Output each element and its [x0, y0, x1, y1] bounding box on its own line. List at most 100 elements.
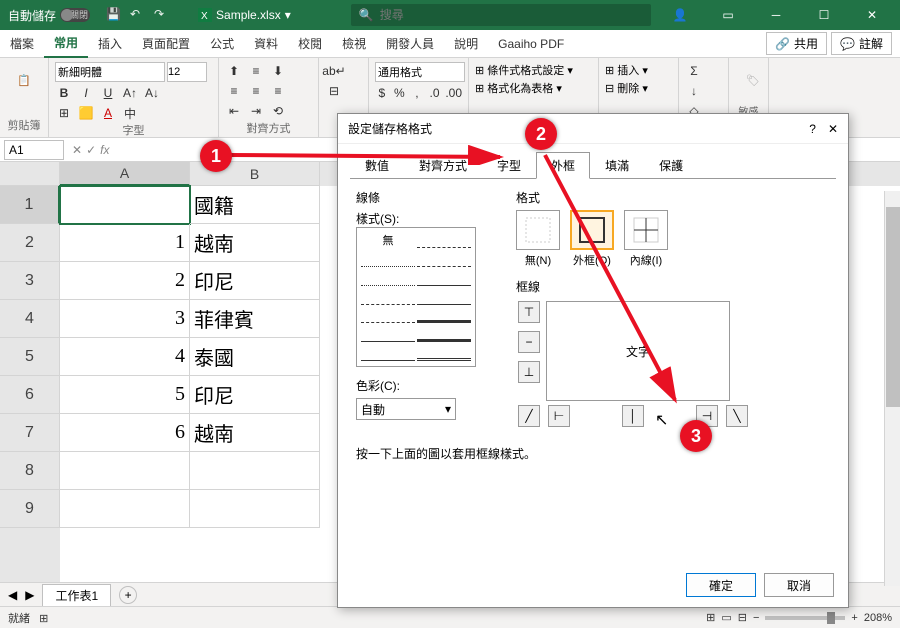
row-header[interactable]: 9: [0, 490, 60, 528]
wrap-text-button[interactable]: ab↵: [325, 62, 343, 80]
search-box[interactable]: 🔍: [351, 4, 651, 26]
increase-indent-icon[interactable]: ⇥: [247, 102, 265, 120]
font-decrease-icon[interactable]: A↓: [143, 84, 161, 102]
border-mid-h-button[interactable]: −: [518, 331, 540, 353]
number-format-select[interactable]: [375, 62, 465, 82]
account-icon[interactable]: 👤: [660, 0, 700, 30]
fill-color-button[interactable]: 🟨: [77, 104, 95, 122]
row-header[interactable]: 5: [0, 338, 60, 376]
cell[interactable]: 5: [60, 376, 190, 414]
line-style-option[interactable]: [417, 251, 471, 267]
line-style-none[interactable]: 無: [361, 232, 415, 248]
tab-data[interactable]: 資料: [244, 30, 288, 58]
phonetic-button[interactable]: 中: [121, 104, 139, 122]
cell[interactable]: 國籍: [190, 186, 320, 224]
row-header[interactable]: 1: [0, 186, 60, 224]
line-style-option[interactable]: [417, 270, 471, 286]
border-left-button[interactable]: ⊢: [548, 405, 570, 427]
cell[interactable]: [60, 186, 190, 224]
minimize-icon[interactable]: ─: [756, 0, 796, 30]
cell[interactable]: 印尼: [190, 262, 320, 300]
paste-button[interactable]: 📋: [6, 62, 42, 98]
tab-file[interactable]: 檔案: [0, 30, 44, 58]
increase-decimal-icon[interactable]: .0: [428, 84, 442, 102]
preset-inside-button[interactable]: [624, 210, 668, 250]
cell[interactable]: [60, 452, 190, 490]
line-style-option[interactable]: [417, 289, 471, 305]
cell[interactable]: 越南: [190, 414, 320, 452]
line-style-option[interactable]: [417, 232, 471, 248]
add-sheet-button[interactable]: +: [119, 586, 137, 604]
currency-icon[interactable]: $: [375, 84, 389, 102]
cell[interactable]: 2: [60, 262, 190, 300]
row-header[interactable]: 3: [0, 262, 60, 300]
dialog-tab-number[interactable]: 數值: [350, 152, 404, 179]
line-style-option[interactable]: [417, 326, 471, 342]
toggle-switch[interactable]: 關閉: [60, 8, 90, 22]
decrease-indent-icon[interactable]: ⇤: [225, 102, 243, 120]
border-diag-up-button[interactable]: ╱: [518, 405, 540, 427]
align-bottom-icon[interactable]: ⬇: [269, 62, 287, 80]
cell[interactable]: [190, 490, 320, 528]
line-style-option[interactable]: [361, 307, 415, 323]
align-top-icon[interactable]: ⬆: [225, 62, 243, 80]
cancel-formula-icon[interactable]: ✕: [72, 143, 82, 157]
tab-home[interactable]: 常用: [44, 30, 88, 58]
row-header[interactable]: 4: [0, 300, 60, 338]
color-dropdown[interactable]: 自動 ▾: [356, 398, 456, 420]
sheet-tab[interactable]: 工作表1: [42, 584, 111, 606]
conditional-format-button[interactable]: ⊞ 條件式格式設定 ▾: [475, 62, 592, 78]
close-icon[interactable]: ✕: [852, 0, 892, 30]
maximize-icon[interactable]: ☐: [804, 0, 844, 30]
cell[interactable]: 菲律賓: [190, 300, 320, 338]
cell[interactable]: 3: [60, 300, 190, 338]
border-top-button[interactable]: ⊤: [518, 301, 540, 323]
cell[interactable]: 6: [60, 414, 190, 452]
line-style-option[interactable]: [361, 345, 415, 361]
comments-button[interactable]: 💬 註解: [831, 32, 892, 55]
border-bottom-button[interactable]: ⊥: [518, 361, 540, 383]
autosum-icon[interactable]: Σ: [685, 62, 703, 80]
orientation-icon[interactable]: ⟲: [269, 102, 287, 120]
dialog-tab-fill[interactable]: 填滿: [590, 152, 644, 179]
cell[interactable]: 1: [60, 224, 190, 262]
zoom-slider[interactable]: [765, 616, 845, 620]
merge-button[interactable]: ⊟: [325, 82, 343, 100]
scrollbar-thumb[interactable]: [886, 207, 900, 407]
line-style-option[interactable]: [361, 270, 415, 286]
border-diag-down-button[interactable]: ╲: [726, 405, 748, 427]
view-page-layout-icon[interactable]: ▭: [721, 611, 731, 624]
dialog-tab-border[interactable]: 外框: [536, 152, 590, 179]
help-icon[interactable]: ?: [809, 122, 816, 136]
percent-icon[interactable]: %: [393, 84, 407, 102]
vertical-scrollbar[interactable]: [884, 191, 900, 586]
tab-page-layout[interactable]: 頁面配置: [132, 30, 200, 58]
line-style-option[interactable]: [417, 345, 471, 361]
comma-icon[interactable]: ,: [410, 84, 424, 102]
save-icon[interactable]: 💾: [106, 7, 122, 23]
dialog-tab-alignment[interactable]: 對齊方式: [404, 152, 482, 179]
insert-cells-button[interactable]: ⊞ 插入 ▾: [605, 62, 672, 78]
align-center-icon[interactable]: ≡: [247, 82, 265, 100]
zoom-level[interactable]: 208%: [864, 612, 892, 624]
view-page-break-icon[interactable]: ⊟: [738, 611, 747, 624]
share-button[interactable]: 🔗 共用: [766, 32, 827, 55]
column-header[interactable]: A: [60, 162, 190, 186]
line-style-option[interactable]: [361, 326, 415, 342]
delete-cells-button[interactable]: ⊟ 刪除 ▾: [605, 80, 672, 96]
format-table-button[interactable]: ⊞ 格式化為表格 ▾: [475, 80, 592, 96]
view-normal-icon[interactable]: ⊞: [706, 611, 715, 624]
row-header[interactable]: 7: [0, 414, 60, 452]
tab-insert[interactable]: 插入: [88, 30, 132, 58]
tab-developer[interactable]: 開發人員: [376, 30, 444, 58]
cell[interactable]: 越南: [190, 224, 320, 262]
redo-icon[interactable]: ↷: [154, 7, 170, 23]
row-header[interactable]: 8: [0, 452, 60, 490]
select-all-corner[interactable]: [0, 162, 60, 186]
filename-display[interactable]: X Sample.xlsx ▾: [178, 8, 311, 22]
fill-icon[interactable]: ↓: [685, 82, 703, 100]
cell[interactable]: [60, 490, 190, 528]
tab-formulas[interactable]: 公式: [200, 30, 244, 58]
tab-view[interactable]: 檢視: [332, 30, 376, 58]
cancel-button[interactable]: 取消: [764, 573, 834, 597]
